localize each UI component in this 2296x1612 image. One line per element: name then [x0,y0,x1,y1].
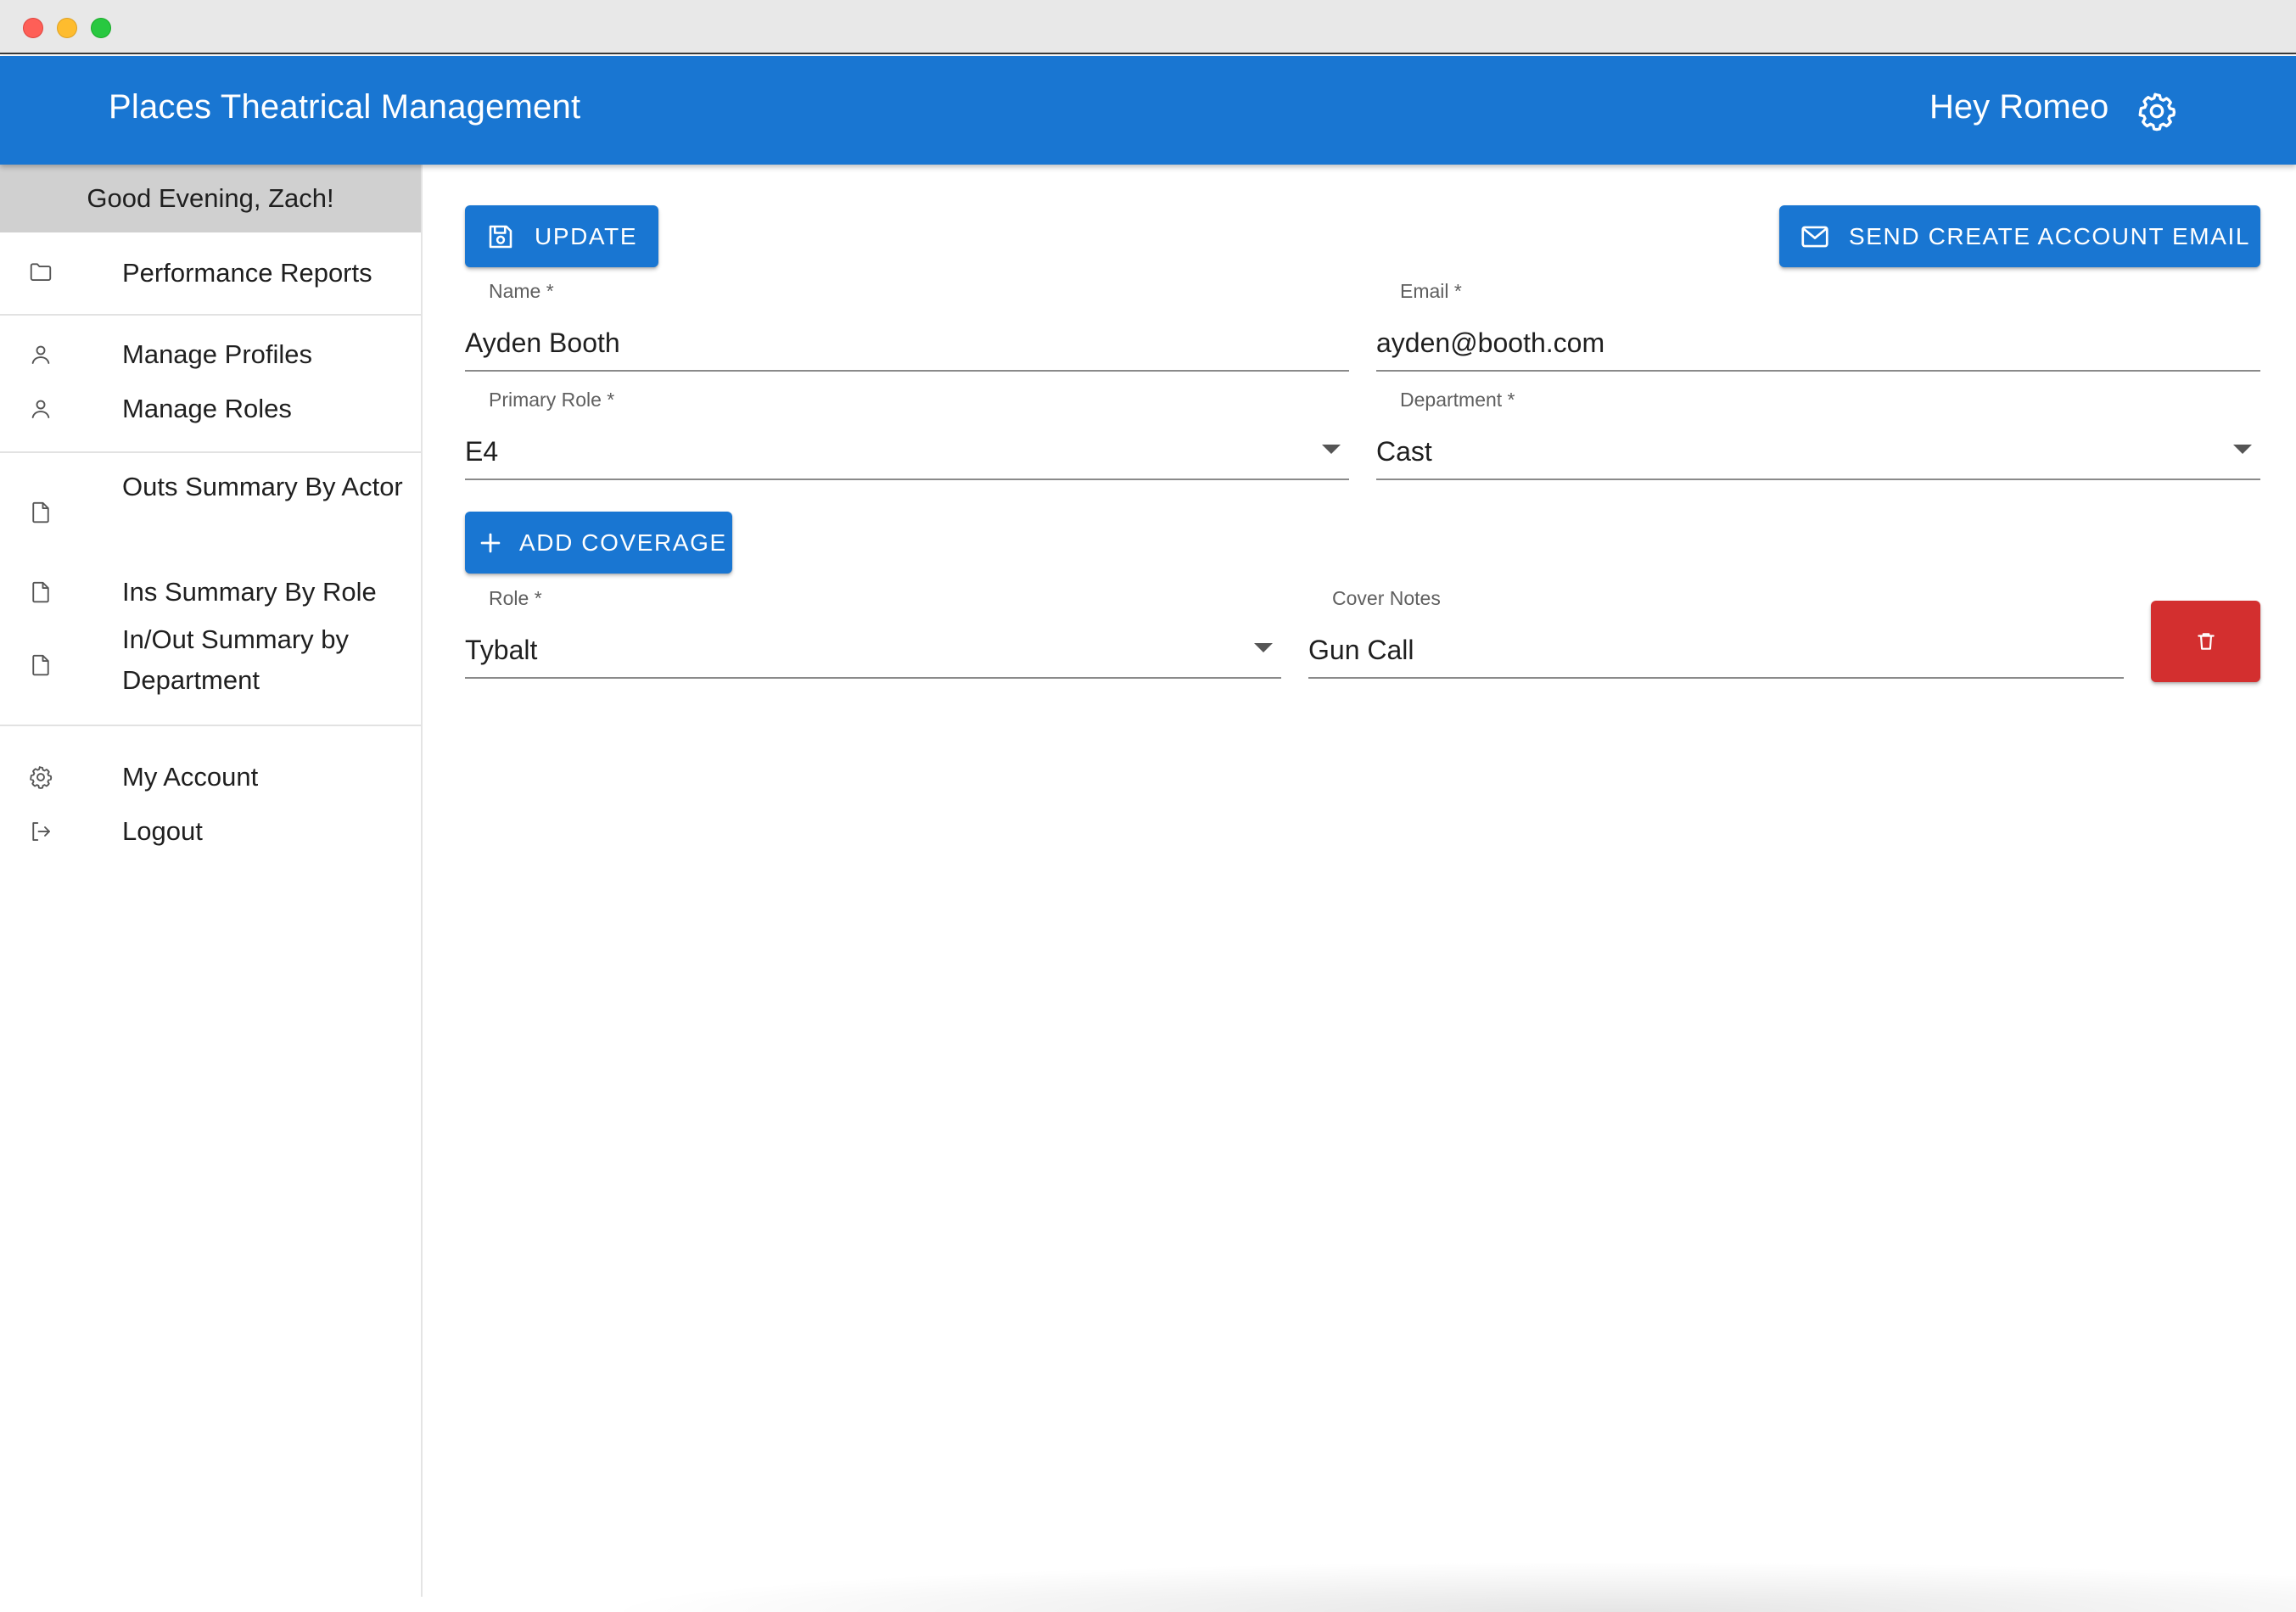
gear-icon [27,764,54,791]
chevron-down-icon[interactable] [2233,445,2252,454]
department-select[interactable]: Department * Cast [1376,389,2260,482]
email-field-value: ayden@booth.com [1376,327,1605,358]
chevron-down-icon[interactable] [1254,643,1273,652]
sidebar-item-inout-summary-by-department[interactable]: In/Out Summary by Department [0,619,421,713]
department-underline [1376,479,2260,480]
sidebar-divider [0,314,421,316]
app-header: Places Theatrical Management Hey Romeo [0,56,2296,165]
app-window: Places Theatrical Management Hey Romeo G… [0,0,2296,1612]
cover-notes-label: Cover Notes [1332,587,1441,609]
sidebar-item-label: Manage Roles [122,394,292,423]
email-field-underline [1376,370,2260,372]
sidebar-divider [0,451,421,453]
app-title: Places Theatrical Management [109,88,581,126]
sidebar-divider [0,725,421,726]
cover-notes-value: Gun Call [1308,635,1414,665]
department-label: Department * [1400,389,1515,411]
primary-role-underline [465,479,1349,480]
sidebar-greeting: Good Evening, Zach! [0,165,421,232]
sidebar-item-manage-profiles[interactable]: Manage Profiles [0,329,421,380]
mail-icon [1798,220,1832,254]
coverage-role-underline [465,677,1281,679]
sidebar-item-manage-roles[interactable]: Manage Roles [0,383,421,434]
sidebar-item-label: Ins Summary By Role [122,577,377,607]
coverage-role-label: Role * [489,587,542,609]
primary-role-select[interactable]: Primary Role * E4 [465,389,1349,482]
primary-role-label: Primary Role * [489,389,615,411]
name-field[interactable]: Name * Ayden Booth [465,280,1349,373]
sidebar-item-label: Performance Reports [122,258,372,288]
cover-notes-field[interactable]: Cover Notes Gun Call [1308,587,2124,680]
close-window-button[interactable] [23,18,43,38]
save-icon [484,220,518,254]
window-bottom-shadow [594,1561,2296,1612]
sidebar-item-logout[interactable]: Logout [0,806,421,857]
sidebar-item-label: Manage Profiles [122,339,313,369]
sidebar-item-label: My Account [122,762,259,792]
user-greeting: Hey Romeo [1929,88,2109,126]
primary-role-value: E4 [465,436,499,467]
name-field-underline [465,370,1349,372]
coverage-role-value: Tybalt [465,635,538,665]
cover-notes-underline [1308,677,2124,679]
folder-icon [27,258,54,285]
update-button-label: UPDATE [535,222,638,249]
department-value: Cast [1376,436,1432,467]
sidebar: Good Evening, Zach! Performance Reports … [0,165,423,1597]
update-button[interactable]: UPDATE [465,205,658,267]
name-field-label: Name * [489,280,554,302]
coverage-role-select[interactable]: Role * Tybalt [465,587,1281,680]
trash-icon [2195,630,2217,652]
name-field-value: Ayden Booth [465,327,620,358]
add-coverage-button[interactable]: ADD COVERAGE [465,512,732,574]
person-icon [27,395,54,423]
email-field[interactable]: Email * ayden@booth.com [1376,280,2260,373]
person-icon [27,341,54,368]
minimize-window-button[interactable] [57,18,77,38]
window-titlebar [0,0,2296,54]
document-icon [27,499,54,526]
chevron-down-icon[interactable] [1322,445,1341,454]
sidebar-item-ins-summary-by-role[interactable]: Ins Summary By Role [0,567,421,618]
add-coverage-label: ADD COVERAGE [519,529,727,556]
delete-coverage-button[interactable] [2151,601,2260,682]
email-field-label: Email * [1400,280,1462,302]
sidebar-item-my-account[interactable]: My Account [0,752,421,803]
sidebar-item-label: Logout [122,816,203,846]
zoom-window-button[interactable] [91,18,111,38]
sidebar-item-performance-reports[interactable]: Performance Reports [0,246,421,300]
send-create-account-email-label: SEND CREATE ACCOUNT EMAIL [1849,222,2251,249]
sidebar-item-label: In/Out Summary by Department [122,624,350,695]
send-create-account-email-button[interactable]: SEND CREATE ACCOUNT EMAIL [1779,205,2260,267]
document-icon [27,579,54,606]
logout-icon [27,818,54,845]
sidebar-item-outs-summary-by-actor[interactable]: Outs Summary By Actor [0,467,421,560]
settings-gear-icon[interactable] [2133,87,2181,135]
document-icon [27,652,54,679]
plus-icon [473,526,507,560]
sidebar-item-label: Outs Summary By Actor [122,472,403,501]
